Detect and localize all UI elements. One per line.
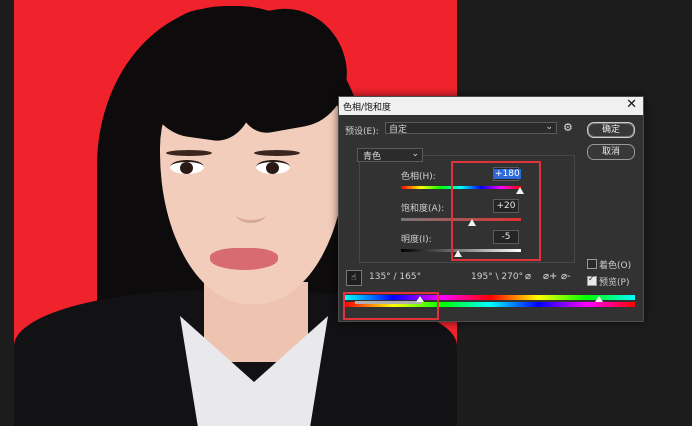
- saturation-label: 饱和度(A):: [401, 204, 445, 214]
- preset-dropdown[interactable]: 自定 ⌄: [385, 122, 557, 135]
- channel-value: 青色: [363, 152, 382, 162]
- hue-label: 色相(H):: [401, 172, 436, 182]
- right-eye: [256, 160, 290, 174]
- slider-highlight-box: [451, 161, 541, 261]
- nose: [236, 206, 266, 223]
- chevron-down-icon: ⌄: [545, 122, 553, 132]
- eyedropper-plus-icon[interactable]: ⌀+: [543, 271, 557, 282]
- lightness-label: 明度(I):: [401, 235, 432, 245]
- cancel-button[interactable]: 取消: [587, 144, 635, 160]
- preset-value: 自定: [389, 125, 408, 135]
- dialog-title: 色相/饱和度: [343, 103, 392, 113]
- lips: [210, 248, 278, 270]
- colorize-label: 着色(O): [599, 261, 632, 271]
- left-eye: [170, 160, 204, 174]
- right-eyebrow: [254, 150, 300, 156]
- workspace-left: [0, 0, 14, 426]
- spectrum-highlight-box: [343, 292, 439, 320]
- close-icon[interactable]: ✕: [626, 98, 637, 112]
- eyedropper-minus-icon[interactable]: ⌀-: [561, 271, 571, 282]
- preset-label: 预设(E):: [345, 127, 379, 137]
- range-right-values: 195° \ 270°: [471, 272, 524, 282]
- range-end-handle[interactable]: [595, 296, 603, 302]
- preview-label: 预览(P): [599, 278, 630, 288]
- left-eyebrow: [166, 150, 212, 156]
- channel-dropdown[interactable]: 青色 ⌄: [357, 148, 423, 162]
- gear-icon[interactable]: ⚙: [563, 121, 573, 134]
- hue-saturation-dialog: 色相/饱和度 ✕ 预设(E): 自定 ⌄ ⚙ 确定 取消 青色 ⌄ 色相(H):…: [338, 96, 644, 322]
- chevron-down-icon: ⌄: [411, 149, 419, 159]
- dialog-titlebar[interactable]: 色相/饱和度 ✕: [339, 97, 643, 115]
- eyedropper-icon[interactable]: ⌀: [525, 271, 531, 282]
- preview-checkbox[interactable]: [587, 274, 597, 286]
- colorize-checkbox[interactable]: [587, 259, 597, 269]
- range-left-values: 135° / 165°: [369, 272, 422, 282]
- ok-button[interactable]: 确定: [587, 122, 635, 138]
- targeted-adjustment-icon[interactable]: ☝: [346, 270, 362, 286]
